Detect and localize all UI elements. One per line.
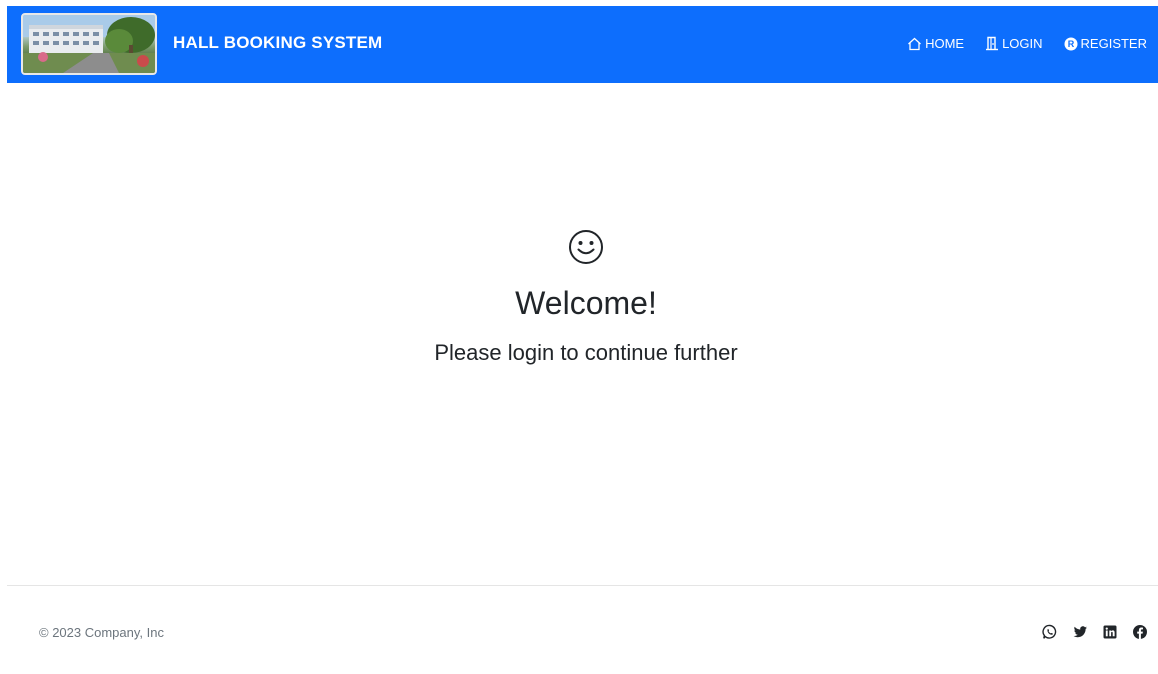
brand-title[interactable]: HALL BOOKING SYSTEM [173,33,382,53]
footer-divider [7,585,1158,586]
campus-building-photo [23,15,155,73]
nav-register-label: REGISTER [1080,36,1147,51]
main-content: Welcome! Please login to continue furthe… [0,83,1158,585]
page: HALL BOOKING SYSTEM HOME LOGIN R REGISTE… [0,0,1158,674]
nav-login-label: LOGIN [1002,36,1043,51]
linkedin-icon[interactable] [1102,624,1118,640]
registered-icon: R [1064,37,1078,50]
welcome-subtitle: Please login to continue further [434,340,738,365]
welcome-heading: Welcome! [515,285,657,321]
nav-home[interactable]: HOME [907,36,964,51]
door-icon [986,36,999,51]
nav-login[interactable]: LOGIN [985,36,1043,51]
copyright-text: © 2023 Company, Inc [39,625,164,640]
main-nav: HOME LOGIN R REGISTER [907,36,1147,51]
nav-home-label: HOME [925,36,965,51]
nav-register[interactable]: R REGISTER [1064,36,1147,51]
svg-text:R: R [1067,39,1074,49]
logo-image[interactable] [21,13,157,75]
house-icon [908,37,922,50]
navbar: HALL BOOKING SYSTEM HOME LOGIN R REGISTE… [7,6,1158,83]
twitter-icon[interactable] [1072,624,1088,640]
social-links [1042,624,1148,640]
whatsapp-icon[interactable] [1042,624,1058,640]
facebook-icon[interactable] [1132,624,1148,640]
smiley-icon [569,230,603,264]
